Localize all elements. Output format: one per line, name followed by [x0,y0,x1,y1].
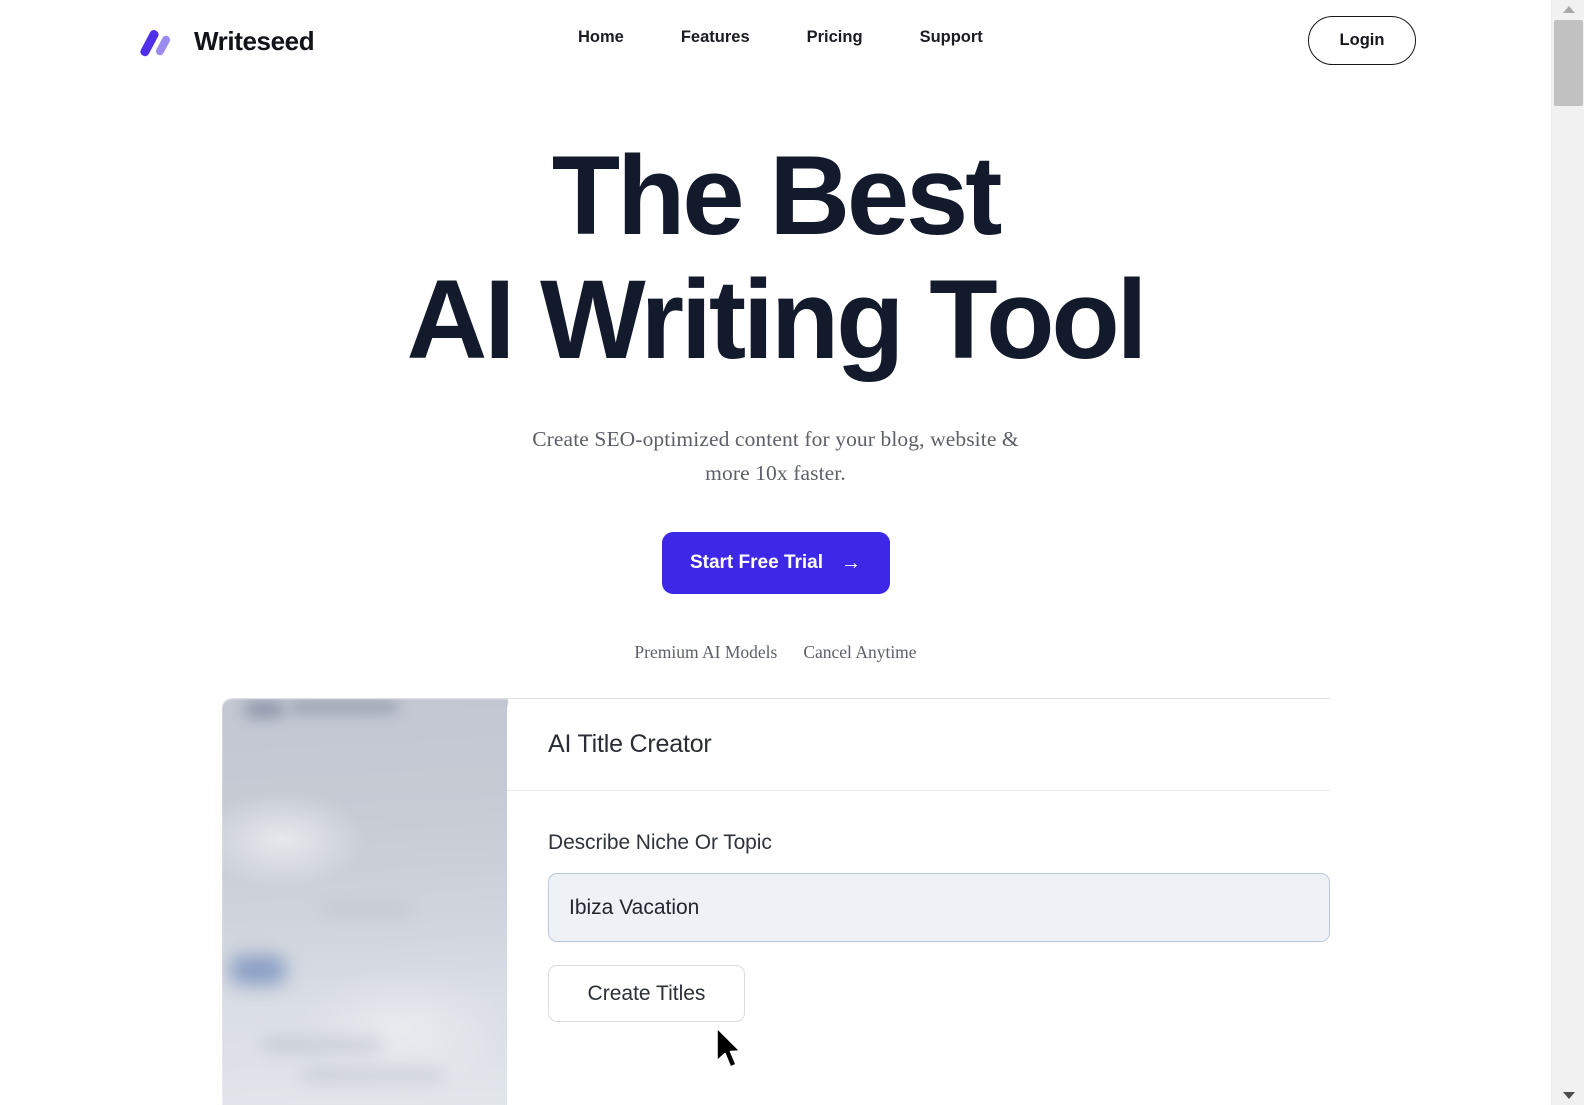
hero-section: The Best AI Writing Tool Create SEO-opti… [0,140,1551,663]
hero-meta-list: Premium AI Models Cancel Anytime [0,642,1551,663]
hero-headline-line-1: The Best [551,133,1003,258]
card-body: Describe Niche Or Topic Create Titles [507,791,1330,1022]
nav-item-features[interactable]: Features [681,28,750,47]
brand-logo[interactable]: Writeseed [138,26,315,57]
arrow-right-icon: → [841,552,862,574]
nav-item-pricing[interactable]: Pricing [807,28,863,47]
scroll-down-icon[interactable] [1552,1086,1584,1105]
scroll-up-icon[interactable] [1552,0,1584,19]
describe-niche-label: Describe Niche Or Topic [548,831,772,854]
hero-subtitle: Create SEO-optimized content for your bl… [0,422,1551,490]
card-header: AI Title Creator [507,699,1330,791]
writeseed-logo-icon [138,27,185,57]
card-title: AI Title Creator [548,730,712,758]
hero-cta-wrapper: Start Free Trial → [0,532,1551,594]
start-free-trial-button[interactable]: Start Free Trial → [661,532,890,594]
app-preview-sidebar-blurred [222,699,508,1105]
nav-item-home[interactable]: Home [578,28,624,47]
login-button[interactable]: Login [1308,16,1416,65]
niche-topic-input[interactable] [548,873,1330,942]
scrollbar-thumb[interactable] [1554,20,1583,106]
main-navigation: Home Features Pricing Support [578,28,983,47]
ai-title-creator-card: AI Title Creator Describe Niche Or Topic… [507,699,1330,1105]
start-free-trial-label: Start Free Trial [689,552,824,573]
app-preview: AI Title Creator Describe Niche Or Topic… [222,698,1330,1105]
hero-meta-cancel-anytime: Cancel Anytime [803,642,917,662]
hero-subtitle-line-1: Create SEO-optimized content for your bl… [532,427,1019,451]
nav-item-support[interactable]: Support [920,28,983,47]
hero-subtitle-line-2: more 10x faster. [705,461,846,485]
hero-headline: The Best AI Writing Tool [0,140,1551,376]
site-header: Writeseed Home Features Pricing Support … [0,0,1551,82]
page-viewport: Writeseed Home Features Pricing Support … [0,0,1551,1105]
brand-name: Writeseed [194,26,315,56]
browser-scrollbar[interactable] [1551,0,1584,1105]
hero-headline-line-2: AI Writing Tool [406,257,1148,382]
create-titles-button[interactable]: Create Titles [548,965,745,1022]
hero-meta-premium-ai-models: Premium AI Models [634,642,778,662]
